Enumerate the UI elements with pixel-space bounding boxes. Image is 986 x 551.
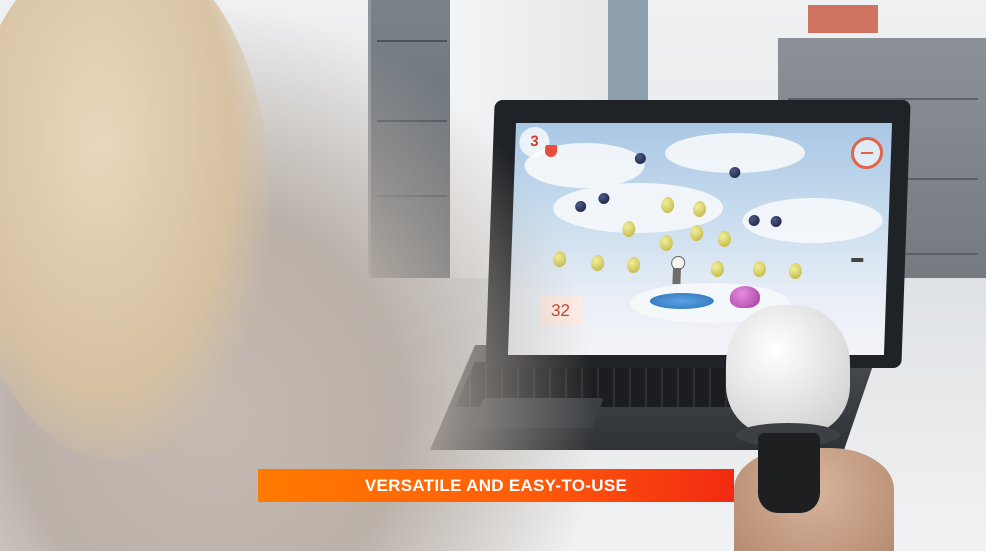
balloon — [752, 261, 767, 277]
bird — [851, 258, 864, 262]
bomb — [729, 167, 741, 178]
caption-banner: VERSATILE AND EASY-TO-USE — [258, 469, 734, 502]
balloon — [710, 261, 725, 277]
video-frame: hp 3 32 — [0, 0, 986, 551]
caption-text: VERSATILE AND EASY-TO-USE — [364, 475, 628, 495]
balloon — [626, 257, 641, 273]
motion-controller — [726, 305, 850, 551]
balloon — [788, 263, 803, 279]
door-frame — [608, 0, 648, 100]
pause-icon[interactable] — [850, 137, 884, 169]
balloon — [659, 235, 674, 251]
red-box — [808, 5, 878, 33]
balloon — [622, 221, 636, 237]
balloon — [689, 225, 704, 241]
cloud-platform — [649, 293, 715, 309]
player-character — [664, 256, 689, 294]
balloon — [717, 231, 732, 247]
